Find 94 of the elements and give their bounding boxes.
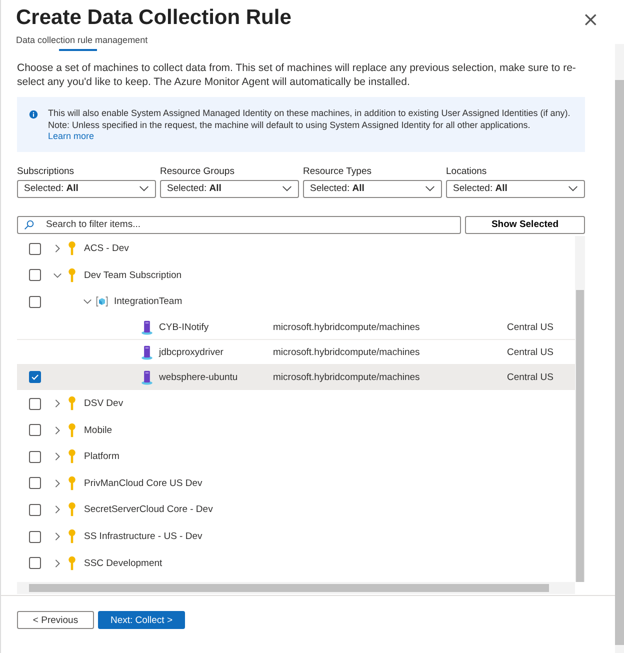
tree-row[interactable]: PrivManCloud Core US Dev <box>17 470 575 497</box>
chevron-right-icon[interactable] <box>53 399 62 408</box>
close-button[interactable]: × <box>582 8 599 30</box>
chevron-right-icon[interactable] <box>53 426 62 435</box>
chevron-down-icon[interactable] <box>53 270 62 280</box>
resource-type: microsoft.hybridcompute/machines <box>273 372 420 383</box>
resource-location: Central US <box>507 372 554 383</box>
server-icon <box>141 320 153 335</box>
resource-name: PrivManCloud Core US Dev <box>84 478 202 489</box>
resource-name: IntegrationTeam <box>114 296 182 308</box>
chevron-down-icon <box>425 185 435 192</box>
tree-row[interactable]: ACS - Dev <box>17 236 575 262</box>
checkbox[interactable] <box>29 269 41 282</box>
resource-name: jdbcproxydriver <box>159 346 224 358</box>
key-icon <box>66 241 78 256</box>
tree-row[interactable]: SS Infrastructure - US - Dev <box>17 523 575 550</box>
chevron-right-icon[interactable] <box>53 478 62 488</box>
tree-row[interactable]: Platform <box>17 443 575 470</box>
filter-label: Resource Groups <box>160 166 236 176</box>
checkbox[interactable] <box>29 530 41 543</box>
key-icon <box>66 502 78 518</box>
page-scrollbar[interactable] <box>615 44 624 653</box>
checkbox[interactable] <box>29 398 41 410</box>
resource-name: Dev Team Subscription <box>84 270 182 281</box>
chevron-down-icon <box>282 185 292 192</box>
tree-row[interactable]: CYB-INotify microsoft.hybridcompute/machines Central US <box>17 315 575 340</box>
resource-name: CYB-INotify <box>159 322 209 333</box>
tree-row[interactable]: IntegrationTeam <box>17 288 575 316</box>
info-icon <box>29 110 38 119</box>
resource-name: SSC Development <box>84 558 162 569</box>
show-selected-button[interactable]: Show Selected <box>465 216 585 234</box>
chevron-right-icon[interactable] <box>53 505 62 514</box>
previous-button[interactable]: < Previous <box>17 611 94 629</box>
filter-label: Locations <box>446 166 488 176</box>
chevron-right-icon[interactable] <box>53 532 62 542</box>
key-icon <box>66 449 78 464</box>
checkbox[interactable] <box>29 557 41 570</box>
description-text: Choose a set of machines to collect data from. This set of machines will replace any previous selection, make sure to re-select any you'd like to keep. The Azure Monitor Agent will automatically be installed. <box>17 61 577 89</box>
server-icon <box>141 370 153 385</box>
resource-type: microsoft.hybridcompute/machines <box>273 322 420 333</box>
window-title: Create Data Collection Rule <box>16 6 292 30</box>
resource-location: Central US <box>507 346 554 358</box>
checkbox[interactable] <box>29 296 41 308</box>
checkbox[interactable] <box>29 477 41 490</box>
chevron-right-icon[interactable] <box>53 558 62 568</box>
key-icon <box>66 556 78 571</box>
key-icon <box>66 268 78 283</box>
filter-dropdown[interactable]: Selected: All <box>303 180 442 198</box>
filter-dropdown[interactable]: Selected: All <box>160 180 299 198</box>
filter-label: Subscriptions <box>17 166 76 176</box>
server-icon <box>141 344 153 360</box>
tree-row[interactable]: SSC Development <box>17 550 575 576</box>
checkbox[interactable] <box>29 242 41 255</box>
tree-row[interactable]: SecretServerCloud Core - Dev <box>17 496 575 524</box>
resource-name: ACS - Dev <box>84 243 129 254</box>
filter-label: Resource Types <box>303 166 372 176</box>
resource-group-icon <box>96 294 108 310</box>
tree-row[interactable]: Mobile <box>17 416 575 444</box>
chevron-right-icon[interactable] <box>53 244 62 254</box>
checkbox[interactable] <box>29 424 41 436</box>
resource-name: SS Infrastructure - US - Dev <box>84 531 202 542</box>
vertical-scrollbar[interactable] <box>575 236 585 582</box>
horizontal-scrollbar[interactable] <box>17 582 575 594</box>
chevron-down-icon[interactable] <box>83 297 92 306</box>
key-icon <box>66 422 78 438</box>
chevron-down-icon <box>568 185 578 192</box>
resource-type: microsoft.hybridcompute/machines <box>273 346 420 358</box>
resource-name: DSV Dev <box>84 398 124 410</box>
checkbox[interactable] <box>29 504 41 516</box>
key-icon <box>66 529 78 544</box>
checkbox[interactable] <box>29 450 41 463</box>
filter-dropdown[interactable]: Selected: All <box>446 180 585 198</box>
checkmark-icon <box>30 372 40 382</box>
learn-more-link[interactable]: Learn more <box>48 131 94 142</box>
next-button[interactable]: Next: Collect > <box>98 611 185 629</box>
tab-underline <box>59 49 97 51</box>
key-icon <box>66 476 78 491</box>
resource-name: Platform <box>84 451 120 462</box>
chevron-right-icon[interactable] <box>53 452 62 462</box>
subtitle: Data collection rule management <box>16 35 149 45</box>
resource-location: Central US <box>507 322 554 333</box>
tree-row[interactable]: DSV Dev <box>17 390 575 417</box>
filter-dropdown[interactable]: Selected: All <box>17 180 156 198</box>
tree-row[interactable]: Dev Team Subscription <box>17 262 575 289</box>
info-text: This will also enable System Assigned Managed Identity on these machines, in addition to existing User Assigned Identities (if any). Note: Unless specified in the request, the machine will default to using System Assigned Identity for all other applications. <box>48 108 572 131</box>
resource-name: SecretServerCloud Core - Dev <box>84 504 213 516</box>
search-field[interactable]: Search to filter items... <box>17 216 461 234</box>
tree-row[interactable]: websphere-ubuntu microsoft.hybridcompute/machines Central US <box>17 365 575 390</box>
resource-name: Mobile <box>84 424 112 436</box>
search-icon <box>24 220 34 230</box>
resource-name: websphere-ubuntu <box>159 372 238 383</box>
key-icon <box>66 396 78 412</box>
checkbox[interactable] <box>29 371 41 384</box>
chevron-down-icon <box>139 185 149 192</box>
